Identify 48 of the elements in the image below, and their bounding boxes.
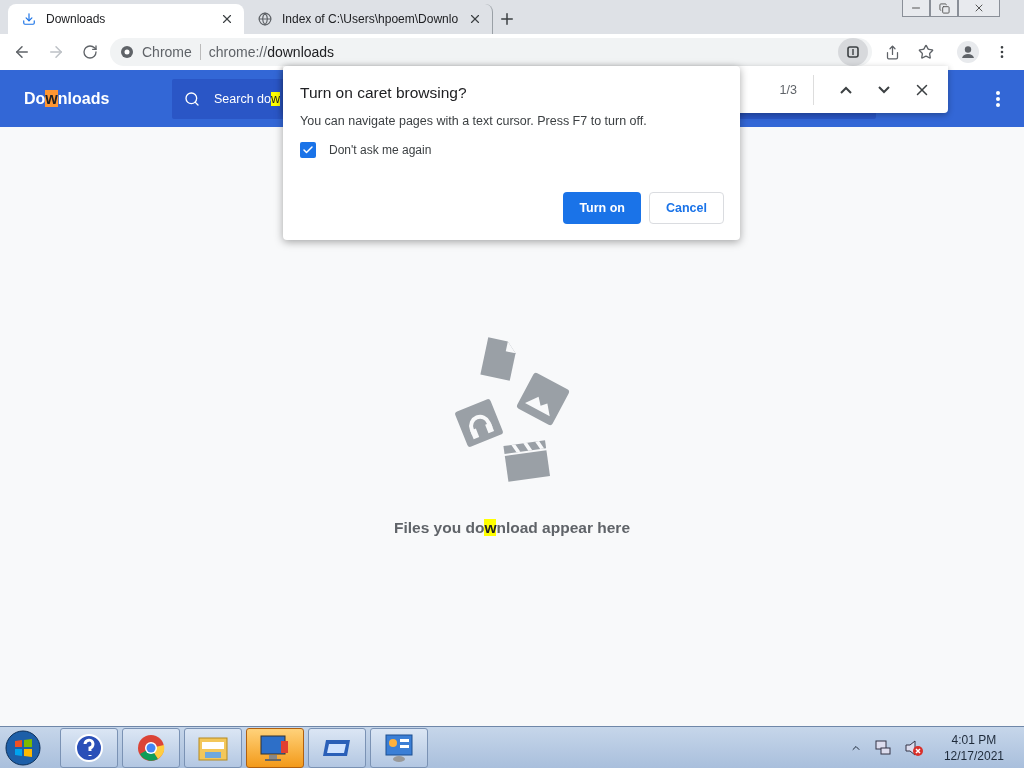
download-icon <box>22 12 36 26</box>
profile-button[interactable] <box>954 38 982 66</box>
check-icon <box>302 144 314 156</box>
restore-button[interactable] <box>930 0 958 17</box>
person-icon <box>957 41 979 63</box>
taskbar-button[interactable] <box>122 727 180 768</box>
taskbar-button[interactable] <box>370 727 428 768</box>
star-icon <box>918 44 934 60</box>
cancel-button[interactable]: Cancel <box>649 192 724 224</box>
forward-arrow-icon <box>47 43 65 61</box>
dialog-message: You can navigate pages with a text cursor. Press F7 to turn off. <box>300 114 648 128</box>
dialog-title: Turn on caret browsing? <box>300 84 468 102</box>
chevron-down-icon <box>878 85 890 94</box>
address-bar[interactable]: Chrome chrome://downloads <box>110 38 872 66</box>
share-icon <box>884 44 900 60</box>
close-icon[interactable] <box>220 12 234 26</box>
checkbox[interactable] <box>300 142 316 158</box>
restore-icon <box>938 2 950 14</box>
caret-browsing-button[interactable] <box>838 38 868 66</box>
taskbar-button[interactable] <box>60 727 118 768</box>
monitor-icon <box>259 732 291 763</box>
url-text: chrome://downloads <box>208 44 336 60</box>
start-button[interactable] <box>4 728 42 767</box>
control-panel-icon <box>384 732 414 763</box>
reload-icon <box>82 44 98 60</box>
chrome-icon <box>120 45 134 59</box>
close-button[interactable] <box>958 0 1000 17</box>
more-button[interactable] <box>996 90 1000 107</box>
turn-on-button[interactable]: Turn on <box>563 192 641 224</box>
close-icon <box>973 2 985 14</box>
network-icon[interactable] <box>873 738 892 757</box>
taskbar-button[interactable] <box>184 727 242 768</box>
taskbar-button[interactable] <box>246 727 304 768</box>
taskbar-button[interactable] <box>308 727 366 768</box>
minimize-button[interactable] <box>902 0 930 17</box>
clock[interactable]: 4:01 PM 12/17/2021 <box>943 731 1004 764</box>
caret-icon <box>847 46 859 58</box>
checkbox-label: Don't ask me again <box>329 143 432 157</box>
chevron-up-icon <box>840 85 852 94</box>
chrome-icon <box>136 732 166 763</box>
match-count: 1/3 <box>779 74 814 105</box>
globe-icon <box>258 12 272 26</box>
browser-tab[interactable]: Downloads <box>8 4 244 34</box>
help-icon <box>74 732 104 763</box>
search-icon <box>184 90 200 107</box>
muted-volume-icon[interactable] <box>903 738 924 757</box>
site-label: Chrome <box>142 44 201 60</box>
menu-icon <box>996 90 1000 107</box>
